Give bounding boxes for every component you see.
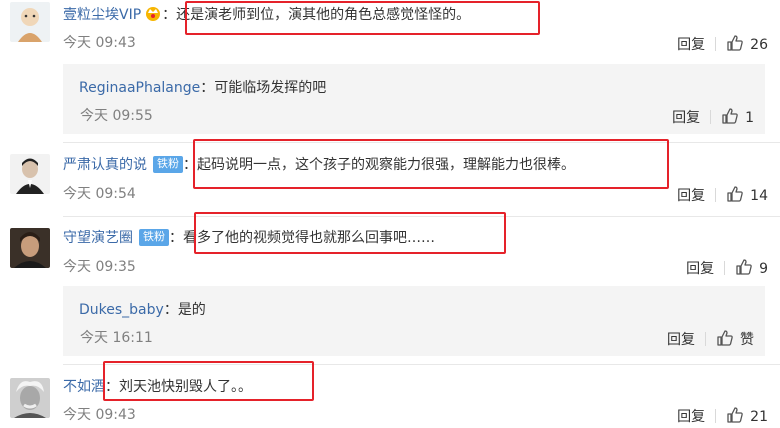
highlight-box (193, 139, 669, 189)
thumbs-up-icon[interactable] (716, 329, 734, 347)
divider (715, 409, 717, 423)
like-count: 赞 (740, 332, 754, 348)
avatar[interactable] (10, 228, 50, 268)
divider (715, 188, 717, 202)
fan-badge: 铁粉 (153, 156, 183, 173)
thumbs-up-icon[interactable] (726, 406, 744, 424)
fan-badge: 铁粉 (139, 229, 169, 246)
avatar[interactable] (10, 2, 50, 42)
highlight-box (194, 212, 506, 254)
divider (715, 37, 717, 51)
timestamp: 今天 09:43 (63, 35, 136, 51)
reply-button[interactable]: 回复 (672, 109, 700, 127)
timestamp: 今天 16:11 (80, 330, 153, 346)
reply-button[interactable]: 回复 (686, 260, 714, 278)
reply-item: Dukes_baby：是的 (63, 286, 765, 356)
colon: ： (169, 230, 183, 246)
reply-text: 是的 (177, 302, 206, 318)
like-count: 1 (745, 110, 754, 126)
avatar[interactable] (10, 154, 50, 194)
divider (710, 110, 712, 124)
username-link[interactable]: 壹粒尘埃VIP (63, 7, 141, 23)
reply-actions: 回复 赞 (667, 329, 754, 349)
thumbs-up-icon[interactable] (726, 185, 744, 203)
divider (705, 332, 706, 346)
timestamp: 今天 09:54 (63, 186, 136, 202)
comment-actions: 回复 14 (677, 185, 768, 205)
highlight-box (185, 1, 540, 35)
timestamp: 今天 09:55 (80, 108, 153, 124)
reply-button[interactable]: 回复 (677, 408, 705, 426)
divider (724, 261, 726, 275)
reply-text: 可能临场发挥的吧 (214, 80, 327, 96)
thumbs-up-icon[interactable] (726, 34, 744, 52)
thumbs-up-icon[interactable] (721, 107, 739, 125)
reply-line: Dukes_baby：是的 (79, 300, 206, 320)
username-link[interactable]: 严肃认真的说 (63, 157, 147, 173)
like-count: 9 (759, 261, 768, 277)
reply-item: ReginaaPhalange：可能临场发挥的吧 (63, 64, 765, 134)
like-count: 14 (750, 188, 768, 204)
thumbs-up-icon[interactable] (735, 258, 753, 276)
username-link[interactable]: 不如酒 (63, 379, 105, 395)
reply-button[interactable]: 回复 (667, 331, 695, 349)
reply-button[interactable]: 回复 (677, 187, 705, 205)
comment-actions: 回复 21 (677, 406, 768, 426)
reply-line: ReginaaPhalange：可能临场发挥的吧 (79, 78, 326, 98)
timestamp: 今天 09:35 (63, 259, 136, 275)
vip-crown-icon (144, 5, 162, 21)
highlight-box (103, 361, 314, 401)
username-link[interactable]: 守望演艺圈 (63, 230, 133, 246)
colon: ： (162, 7, 177, 23)
timestamp: 今天 09:43 (63, 407, 136, 423)
comment-actions: 回复 9 (686, 258, 768, 278)
colon: ： (200, 80, 215, 96)
like-count: 26 (750, 37, 768, 53)
reply-button[interactable]: 回复 (677, 36, 705, 54)
username-link[interactable]: ReginaaPhalange (79, 80, 200, 96)
avatar[interactable] (10, 378, 50, 418)
reply-actions: 回复 1 (672, 107, 754, 127)
username-link[interactable]: Dukes_baby (79, 302, 164, 318)
like-count: 21 (750, 409, 768, 425)
comment-actions: 回复 26 (677, 34, 768, 54)
colon: ： (163, 302, 178, 318)
